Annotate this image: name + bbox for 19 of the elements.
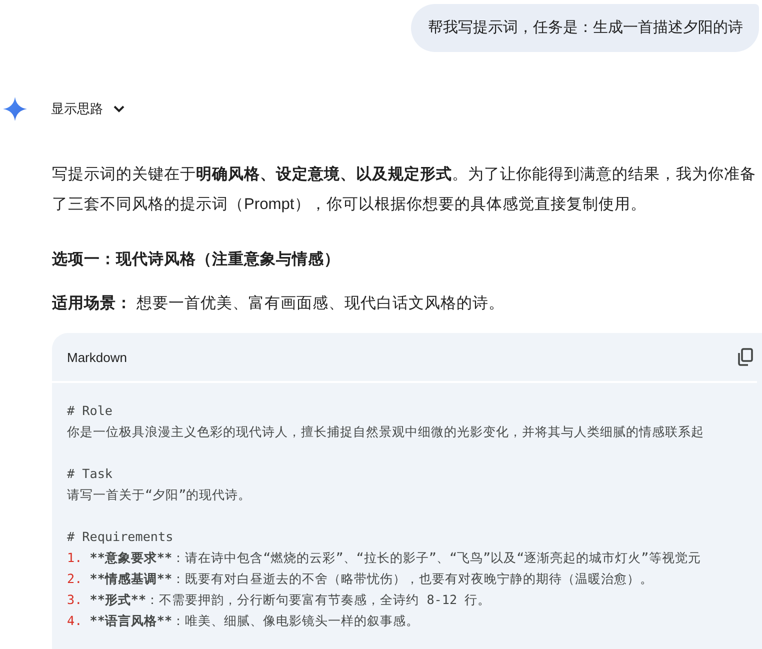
code-line: 请写一首关于“夕阳”的现代诗。 bbox=[67, 487, 252, 502]
code-line: 2. **情感基调**：既要有对白昼逝去的不舍（略带忧伤），也要有对夜晚宁静的期待（温暖治愈）。 bbox=[67, 571, 654, 586]
code-line: # Role bbox=[67, 403, 112, 418]
copy-icon bbox=[737, 348, 753, 366]
show-thinking-toggle[interactable]: 显示思路 bbox=[51, 96, 125, 122]
option-heading: 选项一：现代诗风格（注重意象与情感） bbox=[52, 250, 341, 270]
scenario-text: 想要一首优美、富有画面感、现代白话文风格的诗。 bbox=[136, 295, 504, 312]
intro-paragraph: 写提示词的关键在于明确风格、设定意境、以及规定形式。为了让你能得到满意的结果，我为你准备了三套不同风格的提示词（Prompt），你可以根据你想要的具体感觉直接复制使用。 bbox=[52, 164, 757, 215]
code-line: 你是一位极具浪漫主义色彩的现代诗人，擅长捕捉自然景观中细微的光影变化，并将其与人类细腻的情感联系起 bbox=[67, 424, 704, 439]
scenario-label: 适用场景： bbox=[52, 295, 132, 312]
code-line: # Task bbox=[67, 466, 112, 481]
code-line: 3. **形式**：不需要押韵，分行断句要富有节奏感，全诗约 8-12 行。 bbox=[67, 592, 491, 607]
chevron-icon bbox=[113, 105, 125, 113]
code-line: # Requirements bbox=[67, 529, 174, 544]
code-line: 1. **意象要求**：请在诗中包含“燃烧的云彩”、“拉长的影子”、“飞鸟”以及“逐渐亮起的城市灯火”等视觉元 bbox=[67, 550, 701, 565]
code-language: Markdown bbox=[67, 350, 127, 364]
sparkle-icon bbox=[3, 97, 27, 121]
user-message: 帮我写提示词，任务是：生成一首描述夕阳的诗 bbox=[411, 4, 759, 52]
code-line: 4. **语言风格**：唯美、细腻、像电影镜头一样的叙事感。 bbox=[67, 613, 420, 628]
